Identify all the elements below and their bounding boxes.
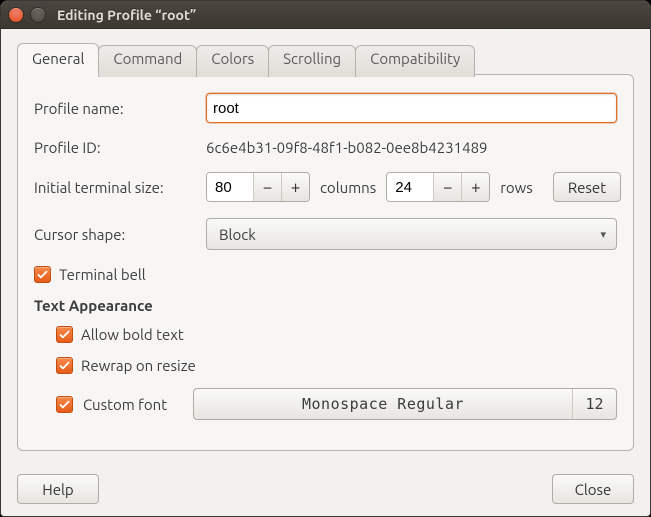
check-icon [58,359,71,372]
allow-bold-label: Allow bold text [81,326,184,343]
rewrap-label: Rewrap on resize [81,357,196,374]
tab-compatibility[interactable]: Compatibility [355,45,475,77]
columns-increment[interactable]: + [281,173,309,201]
window: Editing Profile “root” General Command C… [0,0,651,517]
profile-name-label: Profile name: [34,100,206,117]
tab-command[interactable]: Command [98,45,197,77]
check-icon [58,328,71,341]
reset-button[interactable]: Reset [553,172,621,202]
custom-font-size: 12 [572,389,616,419]
tab-general[interactable]: General [17,43,99,75]
check-icon [58,398,71,411]
titlebar: Editing Profile “root” [1,1,650,29]
cursor-shape-dropdown[interactable]: Block ▾ [206,218,617,250]
tab-panel-general: Profile name: Profile ID: 6c6e4b31-09f8-… [17,74,634,451]
columns-value[interactable] [207,173,253,201]
columns-label: columns [320,179,376,196]
window-title: Editing Profile “root” [57,7,196,23]
custom-font-name: Monospace Regular [194,395,572,413]
custom-font-checkbox[interactable] [56,396,73,413]
columns-decrement[interactable]: − [253,173,281,201]
custom-font-button[interactable]: Monospace Regular 12 [193,388,617,420]
close-icon[interactable] [9,8,23,22]
content: General Command Colors Scrolling Compati… [1,29,650,516]
rows-label: rows [500,179,533,196]
profile-name-input[interactable] [206,93,617,123]
tab-colors[interactable]: Colors [196,45,269,77]
allow-bold-checkbox[interactable] [56,326,73,343]
rows-decrement[interactable]: − [433,173,461,201]
profile-id-label: Profile ID: [34,139,206,156]
rows-increment[interactable]: + [461,173,489,201]
columns-stepper[interactable]: − + [206,172,310,202]
check-icon [36,268,49,281]
custom-font-label: Custom font [83,396,183,413]
tabs: General Command Colors Scrolling Compati… [17,43,634,451]
cursor-shape-value: Block [219,226,256,243]
cursor-shape-label: Cursor shape: [34,226,206,243]
tab-scrolling[interactable]: Scrolling [268,45,356,77]
terminal-bell-label: Terminal bell [59,266,146,283]
help-button[interactable]: Help [17,474,99,504]
rewrap-checkbox[interactable] [56,357,73,374]
dialog-footer: Help Close [17,464,634,504]
rows-value[interactable] [387,173,433,201]
init-size-label: Initial terminal size: [34,179,206,196]
minimize-icon[interactable] [31,8,45,22]
rows-stepper[interactable]: − + [386,172,490,202]
profile-id-value: 6c6e4b31-09f8-48f1-b082-0ee8b4231489 [206,139,488,156]
text-appearance-heading: Text Appearance [34,297,617,314]
close-button[interactable]: Close [552,474,634,504]
chevron-down-icon: ▾ [600,228,606,241]
terminal-bell-checkbox[interactable] [34,266,51,283]
